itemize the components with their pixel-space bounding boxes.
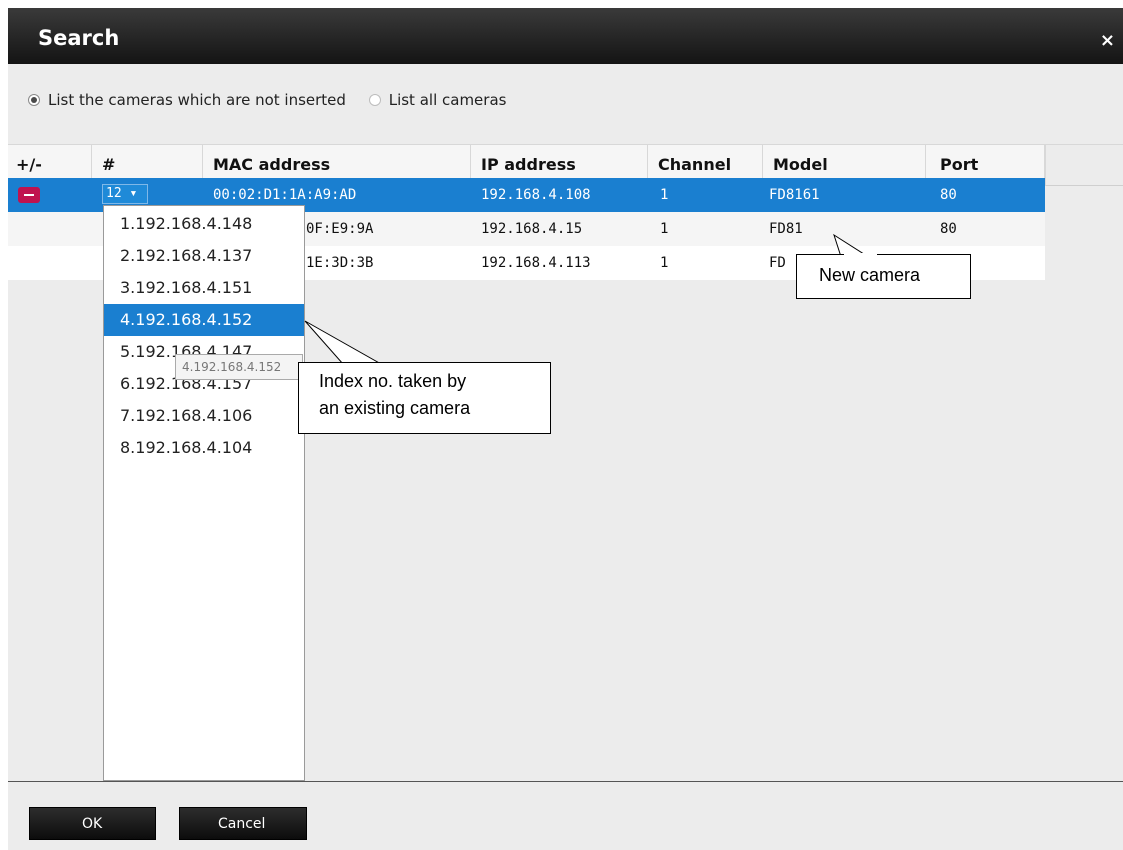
callout-pointer-masks — [344, 253, 877, 364]
index-taken-callout: Index no. taken by an existing camera — [298, 362, 551, 434]
ok-button[interactable]: OK — [29, 807, 156, 840]
search-dialog: Search × List the cameras which are not … — [8, 8, 1123, 850]
dialog-footer: OK Cancel — [8, 781, 1123, 850]
index-taken-callout-line2: an existing camera — [319, 398, 471, 418]
index-taken-callout-line1: Index no. taken by — [319, 371, 467, 391]
cancel-button[interactable]: Cancel — [179, 807, 307, 840]
